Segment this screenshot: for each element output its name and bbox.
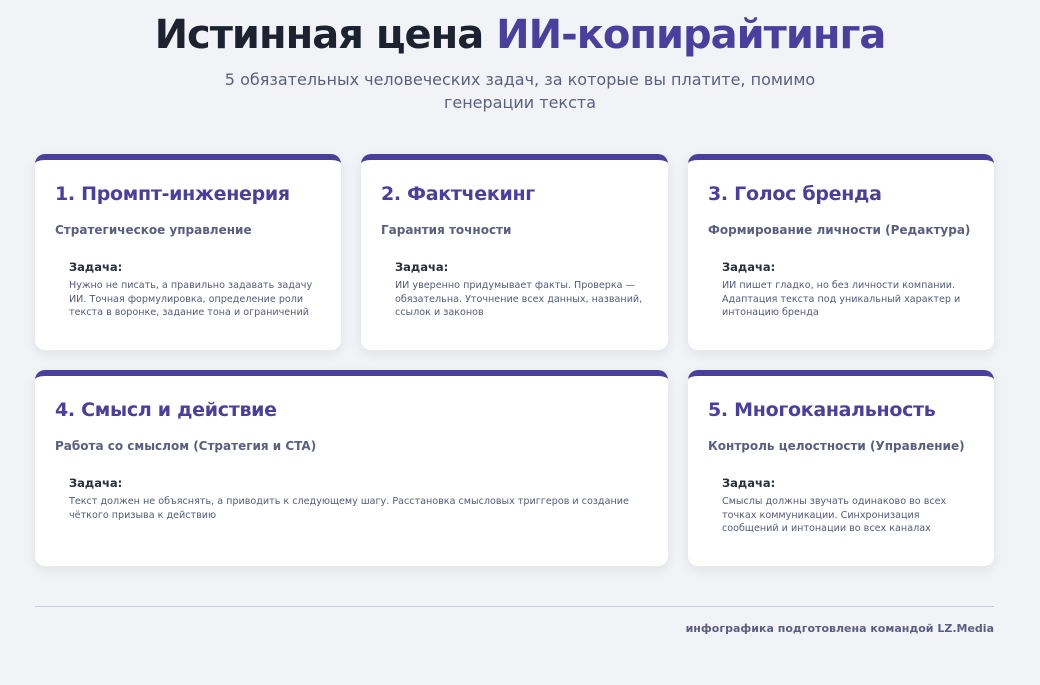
card-task: Задача: Смыслы должны звучать одинаково …: [722, 476, 974, 536]
card-subtitle: Гарантия точности: [381, 223, 512, 237]
card-title: 4. Смысл и действие: [55, 399, 277, 421]
task-text: Нужно не писать, а правильно задавать за…: [69, 280, 313, 318]
footer-credit: инфографика подготовлена командой LZ.Med…: [685, 622, 994, 635]
page-title: Истинная цена ИИ-копирайтинга: [0, 10, 1040, 60]
card-title: 2. Фактчекинг: [381, 183, 535, 205]
card-brand-voice: 3. Голос бренда Формирование личности (Р…: [688, 154, 994, 350]
page-title-accent: ИИ-копирайтинга: [496, 12, 886, 58]
card-fact-checking: 2. Фактчекинг Гарантия точности Задача: …: [361, 154, 668, 350]
footer-divider: [35, 606, 994, 607]
task-text: Смыслы должны звучать одинаково во всех …: [722, 496, 947, 534]
task-text: ИИ пишет гладко, но без личности компани…: [722, 280, 961, 318]
card-task: Задача: Текст должен не объяснять, а при…: [69, 476, 648, 522]
card-multichannel: 5. Многоканальность Контроль целостности…: [688, 370, 994, 566]
page-subtitle: 5 обязательных человеческих задач, за ко…: [224, 70, 816, 112]
card-task: Задача: ИИ уверенно придумывает факты. П…: [395, 260, 648, 320]
page-title-plain: Истинная цена: [154, 12, 497, 58]
task-label: Задача:: [69, 476, 123, 490]
card-title: 1. Промпт-инженерия: [55, 183, 290, 205]
card-subtitle: Контроль целостности (Управление): [708, 439, 965, 453]
card-title: 5. Многоканальность: [708, 399, 936, 421]
task-label: Задача:: [69, 260, 123, 274]
task-text: Текст должен не объяснять, а приводить к…: [69, 496, 629, 521]
card-title: 3. Голос бренда: [708, 183, 882, 205]
card-subtitle: Работа со смыслом (Стратегия и CTA): [55, 439, 317, 453]
task-label: Задача:: [722, 260, 776, 274]
card-prompt-engineering: 1. Промпт-инженерия Стратегическое управ…: [35, 154, 341, 350]
card-task: Задача: Нужно не писать, а правильно зад…: [69, 260, 321, 320]
task-text: ИИ уверенно придумывает факты. Проверка …: [395, 280, 643, 318]
card-subtitle: Стратегическое управление: [55, 223, 252, 237]
task-label: Задача:: [722, 476, 776, 490]
card-meaning-action: 4. Смысл и действие Работа со смыслом (С…: [35, 370, 668, 566]
card-task: Задача: ИИ пишет гладко, но без личности…: [722, 260, 974, 320]
task-label: Задача:: [395, 260, 449, 274]
card-subtitle: Формирование личности (Редактура): [708, 223, 971, 237]
